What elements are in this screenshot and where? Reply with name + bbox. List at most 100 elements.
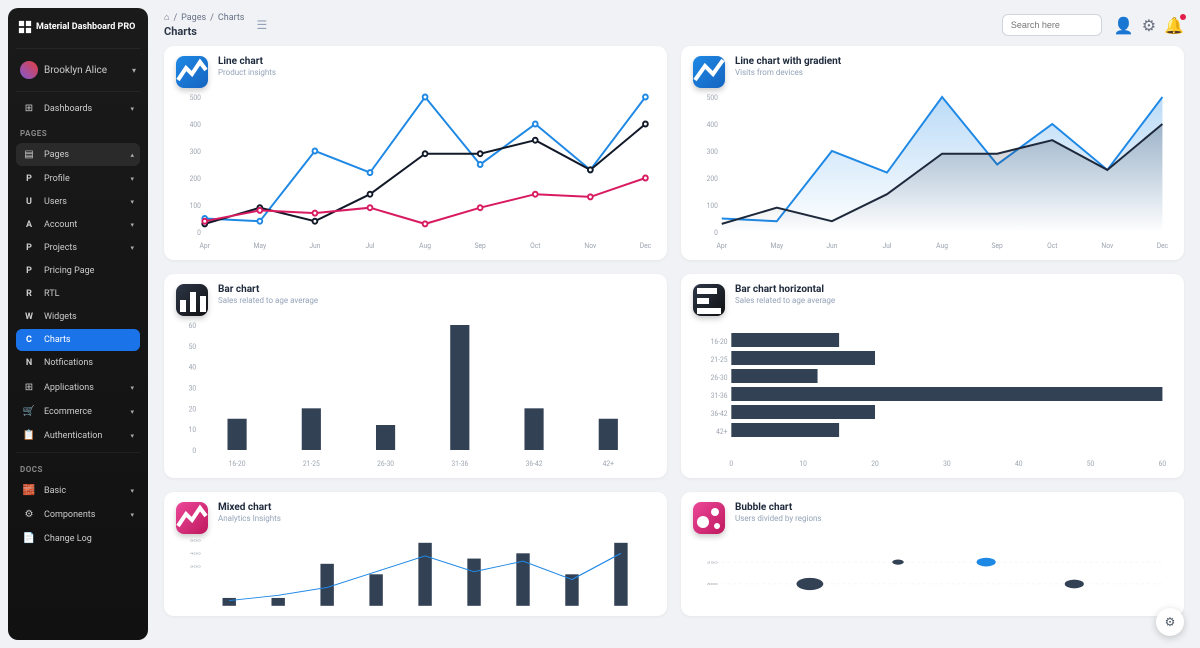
svg-text:60: 60 — [189, 322, 197, 330]
nav-letter: P — [22, 174, 36, 184]
svg-text:Dec: Dec — [1157, 242, 1169, 250]
card-title: Bar chart — [218, 284, 318, 295]
svg-text:350: 350 — [707, 561, 718, 565]
breadcrumb[interactable]: ⌂ / Pages / Charts — [164, 12, 244, 23]
svg-text:16-20: 16-20 — [229, 460, 246, 468]
sidebar-item-notfications[interactable]: NNotfications — [16, 352, 140, 374]
card-title: Line chart — [218, 56, 276, 67]
svg-text:Jun: Jun — [826, 242, 837, 250]
svg-text:300: 300 — [190, 565, 201, 569]
settings-icon[interactable]: ⚙ — [1142, 16, 1156, 35]
breadcrumb-pages[interactable]: Pages — [181, 13, 206, 23]
topbar: ⌂ / Pages / Charts Charts ☰ 👤 ⚙ 🔔 — [164, 8, 1184, 46]
svg-text:16-20: 16-20 — [711, 338, 728, 346]
sidebar-item-label: Components — [44, 510, 122, 520]
home-icon[interactable]: ⌂ — [164, 12, 169, 23]
svg-text:Jun: Jun — [309, 242, 320, 250]
chevron-down-icon: ▾ — [130, 244, 134, 252]
sidebar-item-label: Charts — [44, 335, 134, 345]
svg-text:300: 300 — [190, 148, 201, 156]
svg-text:31-36: 31-36 — [451, 460, 468, 468]
sidebar-item-label: RTL — [44, 289, 134, 299]
avatar — [20, 61, 38, 79]
svg-text:36-42: 36-42 — [526, 460, 543, 468]
sidebar-item-label: Pages — [44, 150, 122, 160]
sidebar-item-pricing-page[interactable]: PPricing Page — [16, 260, 140, 282]
svg-text:500: 500 — [190, 539, 201, 543]
sidebar-item-dashboards[interactable]: ⊞ Dashboards ▾ — [16, 97, 140, 120]
sidebar-item-label: Applications — [44, 383, 122, 393]
applications-icon: ⊞ — [22, 382, 36, 393]
svg-text:31-36: 31-36 — [711, 392, 728, 400]
sidebar-item-account[interactable]: AAccount▾ — [16, 214, 140, 236]
svg-text:Nov: Nov — [1101, 242, 1113, 250]
svg-text:26-30: 26-30 — [711, 374, 728, 382]
nav-letter: R — [22, 289, 36, 299]
svg-text:0: 0 — [192, 447, 196, 455]
settings-fab[interactable]: ⚙ — [1156, 608, 1184, 636]
sidebar-item-label: Projects — [44, 243, 122, 253]
main-content: ⌂ / Pages / Charts Charts ☰ 👤 ⚙ 🔔 Line c… — [156, 0, 1200, 648]
svg-text:0: 0 — [729, 460, 733, 468]
sidebar-item-projects[interactable]: P Projects ▾ — [16, 237, 140, 259]
dashboard-icon: ⊞ — [22, 103, 36, 114]
svg-text:100: 100 — [707, 202, 718, 210]
svg-text:30: 30 — [189, 384, 197, 392]
sidebar-item-ecommerce[interactable]: 🛒Ecommerce▾ — [16, 400, 140, 423]
sidebar-item-widgets[interactable]: WWidgets — [16, 306, 140, 328]
search-input[interactable] — [1002, 14, 1102, 36]
brand-title: Material Dashboard PRO — [36, 22, 135, 32]
menu-toggle-icon[interactable]: ☰ — [256, 18, 267, 32]
sidebar-section-docs: DOCS — [16, 457, 140, 478]
svg-text:Oct: Oct — [1047, 242, 1057, 250]
brand[interactable]: Material Dashboard PRO — [16, 16, 140, 44]
chevron-down-icon: ▾ — [130, 175, 134, 183]
svg-text:500: 500 — [707, 94, 718, 102]
svg-text:42+: 42+ — [603, 460, 614, 468]
user-name: Brooklyn Alice — [44, 65, 107, 76]
user-menu[interactable]: Brooklyn Alice ▾ — [16, 53, 140, 87]
sidebar-item-rtl[interactable]: R RTL — [16, 283, 140, 305]
sidebar-item-authentication[interactable]: 📋Authentication▾ — [16, 424, 140, 447]
chevron-up-icon: ▴ — [130, 151, 134, 159]
sidebar-item-charts[interactable]: C Charts — [16, 329, 140, 351]
sidebar-item-label: Dashboards — [44, 104, 122, 114]
svg-text:40: 40 — [189, 364, 197, 372]
sidebar-item-profile[interactable]: PProfile▾ — [16, 168, 140, 190]
sidebar-item-label: Basic — [44, 486, 122, 496]
svg-text:10: 10 — [799, 460, 807, 468]
nav-letter: C — [22, 335, 36, 345]
sidebar-item-components[interactable]: ⚙Components▾ — [16, 503, 140, 526]
svg-text:Jul: Jul — [365, 242, 374, 250]
sidebar-item-change-log[interactable]: 📄Change Log — [16, 527, 140, 550]
trend-icon — [693, 56, 725, 88]
svg-text:300: 300 — [707, 148, 718, 156]
breadcrumb-charts[interactable]: Charts — [218, 13, 245, 23]
svg-text:0: 0 — [714, 229, 718, 237]
account-icon[interactable]: 👤 — [1114, 16, 1134, 35]
sidebar-item-label: Account — [44, 220, 122, 230]
svg-text:May: May — [771, 242, 784, 250]
sidebar-item-applications[interactable]: ⊞Applications▾ — [16, 376, 140, 399]
chevron-down-icon: ▾ — [132, 66, 136, 75]
mixed-chart-icon — [176, 502, 208, 534]
card-line-gradient: Line chart with gradient Visits from dev… — [681, 46, 1184, 260]
chevron-down-icon: ▾ — [130, 198, 134, 206]
svg-text:Apr: Apr — [717, 242, 728, 250]
card-line-chart: Line chart Product insights 010020030040… — [164, 46, 667, 260]
bar-chart-icon — [176, 284, 208, 316]
chevron-down-icon: ▾ — [130, 105, 134, 113]
notifications-icon[interactable]: 🔔 — [1164, 16, 1184, 35]
card-bar-chart: Bar chart Sales related to age average 0… — [164, 274, 667, 478]
sidebar-item-users[interactable]: UUsers▾ — [16, 191, 140, 213]
svg-text:Aug: Aug — [936, 242, 948, 250]
card-subtitle: Users divided by regions — [735, 514, 822, 523]
svg-text:60: 60 — [1159, 460, 1167, 468]
card-title: Bubble chart — [735, 502, 822, 513]
sidebar-item-basic[interactable]: 🧱Basic▾ — [16, 479, 140, 502]
svg-text:20: 20 — [189, 405, 197, 413]
bubble-chart-icon — [693, 502, 725, 534]
sidebar-item-pages[interactable]: ▤ Pages ▴ — [16, 143, 140, 166]
svg-text:Nov: Nov — [584, 242, 596, 250]
nav-letter: P — [22, 243, 36, 253]
